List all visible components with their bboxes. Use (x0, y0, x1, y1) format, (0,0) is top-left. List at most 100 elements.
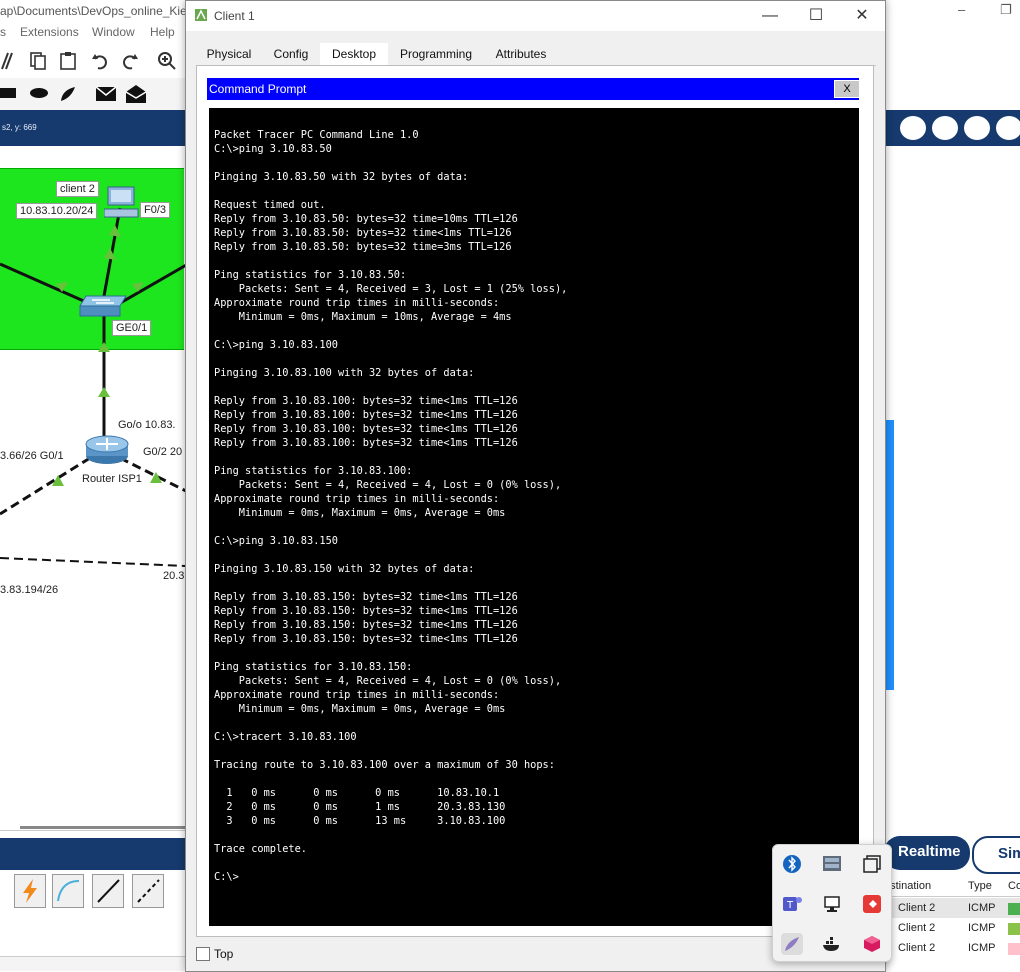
connection-tools (0, 872, 190, 912)
router-isp1-icon[interactable] (84, 434, 130, 466)
background-coordinate-bar: s2, y: 669 (0, 110, 190, 146)
row-type: ICMP (968, 942, 996, 954)
bottom-right-ip-label: 20.3 (163, 570, 185, 582)
docker-icon[interactable] (821, 933, 843, 955)
command-prompt-header: Command Prompt X (207, 78, 860, 100)
bottom-left-ip-label: 3.83.194/26 (0, 584, 59, 596)
cloud-icon[interactable] (900, 116, 926, 140)
bluetooth-icon[interactable] (781, 853, 803, 875)
menu-item-window[interactable]: Window (92, 25, 135, 39)
row-color-swatch (1008, 923, 1020, 935)
close-button[interactable]: ✕ (839, 1, 885, 31)
top-checkbox[interactable] (196, 947, 210, 961)
horizontal-scrollbar[interactable] (20, 826, 190, 829)
dialog-title: Client 1 (214, 9, 255, 23)
mail-tool-icon[interactable] (125, 83, 147, 105)
background-window-title: ap\Documents\DevOps_online_Kie (0, 4, 187, 18)
console-cable-icon[interactable] (52, 874, 84, 908)
pdu-events-table: estination Type Co Client 2 ICMP Client … (884, 876, 1020, 970)
rectangle-tool-icon[interactable] (0, 88, 16, 98)
teams-icon[interactable]: T (781, 893, 803, 915)
paste-icon[interactable] (58, 51, 78, 71)
router-name-label: Router ISP1 (82, 473, 142, 485)
row-destination: Client 2 (898, 922, 936, 934)
copy-windows-icon[interactable] (861, 853, 883, 875)
tab-attributes[interactable]: Attributes (486, 43, 556, 65)
auto-connect-icon[interactable] (14, 874, 46, 908)
tab-programming[interactable]: Programming (392, 43, 480, 65)
move-icon[interactable] (932, 116, 958, 140)
note-tool-icon[interactable] (95, 84, 117, 104)
image-icon[interactable] (964, 116, 990, 140)
realtime-label: Realtime (898, 843, 961, 860)
table-header-row: estination Type Co (884, 876, 1020, 897)
undo-icon[interactable] (90, 51, 110, 71)
router-port-go-label: Go/o 10.83. (118, 419, 176, 431)
maximize-button[interactable]: ☐ (793, 1, 839, 31)
tab-physical[interactable]: Physical (196, 43, 262, 65)
client2-ip-label: 10.83.10.20/24 (16, 203, 98, 219)
settings-icon[interactable] (996, 116, 1020, 140)
row-color-swatch (1008, 903, 1020, 915)
menu-item-help[interactable]: Help (150, 25, 175, 39)
terminal-window[interactable]: Packet Tracer PC Command Line 1.0 C:\>pi… (209, 108, 859, 926)
menu-item-partial[interactable]: s (0, 25, 6, 39)
dialog-tabs: Physical Config Desktop Programming Attr… (196, 43, 876, 67)
bottom-status-strip (0, 956, 190, 971)
red-app-icon[interactable] (861, 893, 883, 915)
realtime-mode-button[interactable]: Realtime (884, 836, 970, 870)
background-minimize-button[interactable]: – (958, 2, 965, 17)
column-header-color: Co (1008, 880, 1020, 892)
system-tray-flyout: T (772, 844, 892, 962)
straight-cable-icon[interactable] (92, 874, 124, 908)
client1-dialog: Client 1 — ☐ ✕ Physical Config Desktop P… (185, 0, 886, 972)
left-link-label: 3.66/26 G0/1 (0, 450, 64, 462)
copy-icon[interactable] (28, 51, 48, 71)
table-row[interactable]: Client 2 ICMP (884, 938, 1020, 958)
terminal-output: Packet Tracer PC Command Line 1.0 C:\>pi… (214, 129, 568, 883)
table-row[interactable]: Client 2 ICMP (884, 918, 1020, 938)
row-type: ICMP (968, 922, 996, 934)
redo-icon[interactable] (120, 51, 140, 71)
crossover-cable-icon[interactable] (132, 874, 164, 908)
tab-desktop[interactable]: Desktop (320, 43, 388, 67)
background-drawing-toolbar (0, 78, 190, 111)
row-destination: Client 2 (898, 942, 936, 954)
minimize-button[interactable]: — (747, 1, 793, 31)
network-display-icon[interactable] (821, 893, 843, 915)
background-restore-button[interactable]: ❐ (1000, 2, 1012, 18)
freeform-tool-icon[interactable] (58, 84, 78, 104)
table-row[interactable]: Client 2 ICMP (884, 898, 1020, 918)
svg-text:T: T (786, 900, 794, 911)
background-menubar: s Extensions Window Help (0, 22, 190, 42)
cube-app-icon[interactable] (861, 933, 883, 955)
simulation-mode-button[interactable]: Sim (972, 836, 1020, 874)
menu-item-extensions[interactable]: Extensions (20, 25, 79, 39)
ellipse-tool-icon[interactable] (30, 88, 48, 98)
top-checkbox-label: Top (214, 947, 234, 961)
dialog-titlebar[interactable]: Client 1 — ☐ ✕ (186, 1, 885, 31)
client2-name-label: client 2 (56, 181, 99, 197)
switch-icon[interactable] (78, 292, 128, 318)
feather-icon[interactable] (781, 933, 803, 955)
right-toolbar-strip (884, 110, 1020, 146)
zoom-in-icon[interactable] (157, 51, 177, 71)
ruler-icon[interactable] (0, 51, 20, 71)
row-type: ICMP (968, 902, 996, 914)
coordinate-readout: s2, y: 669 (2, 123, 37, 132)
topology-links (0, 207, 189, 567)
router-port-g02-label: G0/2 20 (143, 446, 183, 458)
column-header-type: Type (968, 880, 992, 892)
background-toolbar (0, 44, 190, 79)
row-color-swatch (1008, 943, 1020, 955)
command-prompt-title: Command Prompt (209, 82, 307, 96)
command-prompt-close-button[interactable]: X (834, 80, 860, 98)
client2-pc-icon[interactable] (104, 185, 140, 219)
switch-port-label: F0/3 (140, 202, 171, 218)
packet-tracer-icon (195, 9, 207, 21)
tab-config[interactable]: Config (266, 43, 316, 65)
row-destination: Client 2 (898, 902, 936, 914)
device-category-bar (0, 838, 190, 870)
uplink-port-label: GE0/1 (112, 320, 152, 336)
hardware-monitor-icon[interactable] (821, 853, 843, 875)
